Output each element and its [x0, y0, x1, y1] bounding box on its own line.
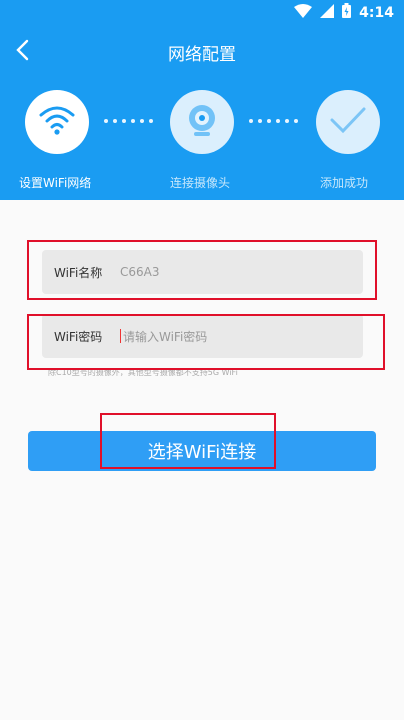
checkmark-icon [328, 105, 368, 139]
step-1-label: 设置WiFi网络 [19, 176, 92, 190]
battery-icon [342, 3, 352, 22]
header: 4:14 网络配置 设置WiFi网络 连接摄像头 添加成功 [0, 0, 404, 200]
step-connector-2 [249, 119, 298, 125]
highlight-box-choose-button [100, 413, 276, 469]
page-title: 网络配置 [168, 45, 236, 65]
status-time: 4:14 [359, 4, 394, 21]
highlight-box-wifi-password [27, 314, 385, 370]
step-connector-1 [104, 119, 153, 125]
step-1-wifi [25, 90, 89, 154]
camera-icon [182, 100, 222, 144]
step-3-label: 添加成功 [320, 176, 369, 190]
wifi-icon [37, 103, 77, 141]
highlight-box-wifi-name [27, 240, 377, 300]
step-2-camera [170, 90, 234, 154]
cell-signal-icon [320, 3, 335, 22]
step-2-label: 连接摄像头 [170, 176, 231, 190]
step-3-success [316, 90, 380, 154]
status-bar: 4:14 [0, 0, 404, 26]
wifi-signal-icon [294, 3, 313, 22]
